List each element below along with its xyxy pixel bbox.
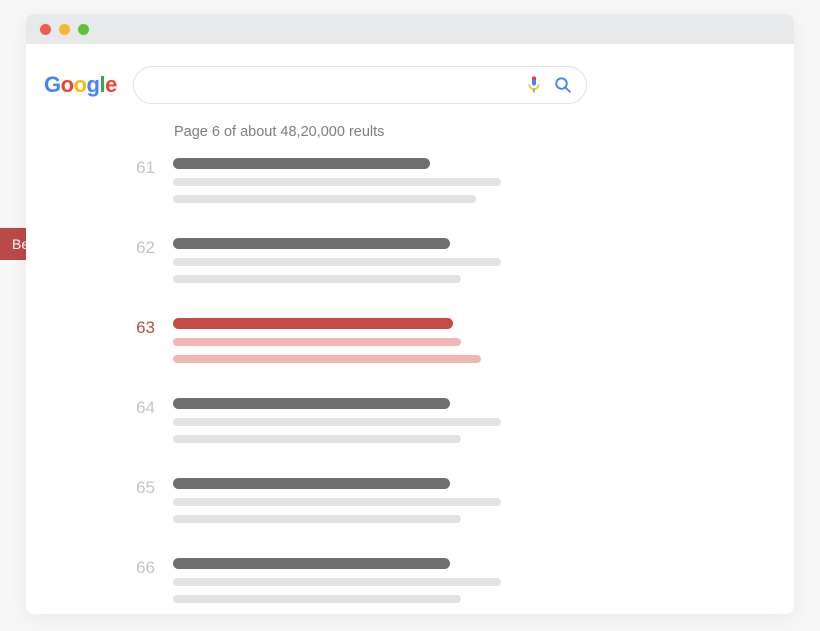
search-icon[interactable] [554, 76, 572, 94]
result-rank: 62 [121, 238, 155, 258]
search-result[interactable]: 64 [121, 398, 794, 452]
search-header: Google [26, 44, 794, 114]
search-result[interactable]: 66 [121, 558, 794, 612]
result-title-placeholder [173, 318, 453, 329]
result-body [173, 558, 794, 612]
result-rank: 64 [121, 398, 155, 418]
result-snippet-placeholder [173, 275, 461, 283]
result-body [173, 478, 794, 532]
result-title-placeholder [173, 558, 450, 569]
result-snippet-placeholder [173, 435, 461, 443]
microphone-icon[interactable] [526, 75, 542, 95]
result-snippet-placeholder [173, 515, 461, 523]
result-snippet-placeholder [173, 578, 501, 586]
result-snippet-placeholder [173, 338, 461, 346]
search-result[interactable]: 61 [121, 158, 794, 212]
window-close-dot[interactable] [40, 24, 51, 35]
result-body [173, 318, 794, 372]
result-rank: 61 [121, 158, 155, 178]
result-snippet-placeholder [173, 195, 476, 203]
result-snippet-placeholder [173, 498, 501, 506]
result-body [173, 238, 794, 292]
result-snippet-placeholder [173, 178, 501, 186]
result-title-placeholder [173, 238, 450, 249]
results-list: 61 62 63 64 65 66 [26, 158, 794, 612]
result-title-placeholder [173, 398, 450, 409]
result-stats: Page 6 of about 48,20,000 reults [26, 114, 794, 158]
result-snippet-placeholder [173, 258, 501, 266]
search-result[interactable]: 63 [121, 318, 794, 372]
window-titlebar [26, 14, 794, 44]
result-snippet-placeholder [173, 595, 461, 603]
search-input[interactable] [148, 77, 514, 94]
search-bar[interactable] [133, 66, 587, 104]
result-rank: 65 [121, 478, 155, 498]
result-rank: 63 [121, 318, 155, 338]
result-body [173, 398, 794, 452]
google-logo[interactable]: Google [44, 72, 117, 98]
result-rank: 66 [121, 558, 155, 578]
browser-window: Google Page 6 of about 48,20,000 reults [26, 14, 794, 614]
result-title-placeholder [173, 478, 450, 489]
result-snippet-placeholder [173, 355, 481, 363]
result-body [173, 158, 794, 212]
search-result[interactable]: 65 [121, 478, 794, 532]
result-title-placeholder [173, 158, 430, 169]
window-minimize-dot[interactable] [59, 24, 70, 35]
window-maximize-dot[interactable] [78, 24, 89, 35]
search-result[interactable]: 62 [121, 238, 794, 292]
result-snippet-placeholder [173, 418, 501, 426]
